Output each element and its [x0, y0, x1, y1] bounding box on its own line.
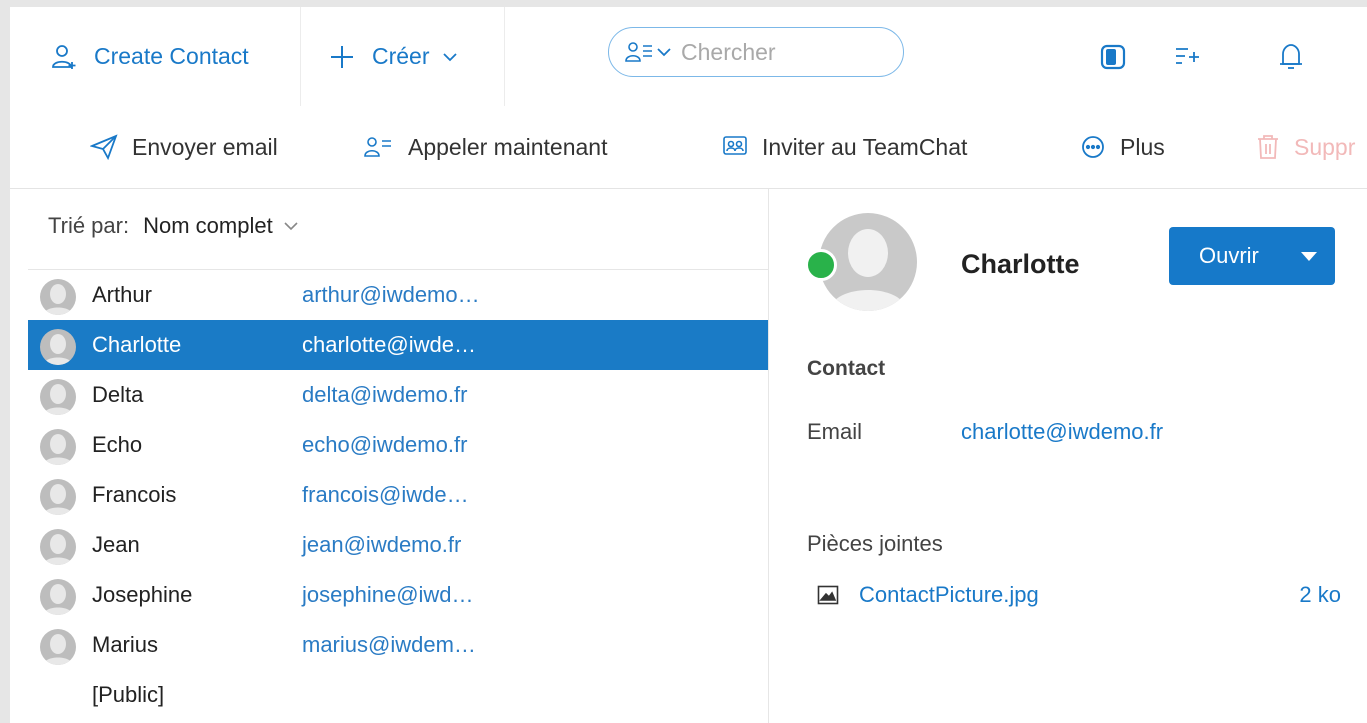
invite-teamchat-button[interactable]: Inviter au TeamChat: [722, 106, 967, 188]
sort-options-button[interactable]: [1174, 7, 1202, 106]
bell-icon: [1280, 43, 1302, 69]
top-toolbar: Create Contact Créer Chercher: [10, 7, 1367, 107]
person-silhouette-icon: [43, 284, 73, 315]
contact-name: Delta: [92, 382, 144, 407]
avatar: [40, 479, 76, 515]
paper-plane-icon: [90, 134, 118, 160]
contact-email[interactable]: jean@iwdemo.fr: [302, 532, 461, 558]
notifications-button[interactable]: [1278, 7, 1304, 106]
panel-toggle-icon: [1100, 44, 1126, 69]
email-label: Email: [807, 419, 863, 444]
email-link[interactable]: charlotte@iwdemo.fr: [961, 419, 1163, 445]
avatar: [40, 629, 76, 665]
contact-email[interactable]: echo@iwdemo.fr: [302, 432, 467, 458]
toolbar-divider: [300, 7, 301, 106]
list-item[interactable]: Marius marius@iwdem…: [28, 620, 768, 670]
toolbar-divider: [504, 7, 505, 106]
create-contact-button[interactable]: Create Contact: [50, 7, 249, 106]
action-bar: Envoyer email Appeler maintenant Inviter…: [10, 106, 1367, 189]
contact-list: Arthur arthur@iwdemo… Charlotte charlotte@i…: [28, 269, 768, 720]
avatar: [40, 579, 76, 615]
chevron-down-icon: [442, 52, 457, 61]
sort-value[interactable]: Nom complet: [143, 213, 273, 239]
attachment-item[interactable]: ContactPicture.jpg 2 ko: [817, 582, 1341, 608]
contact-name: Francois: [92, 482, 177, 507]
list-item[interactable]: Charlotte charlotte@iwde…: [28, 320, 768, 370]
chevron-down-icon[interactable]: [657, 47, 671, 57]
avatar: [40, 529, 76, 565]
contact-email[interactable]: josephine@iwd…: [302, 582, 474, 608]
contact-filter-icon[interactable]: [625, 40, 655, 64]
contact-email[interactable]: charlotte@iwde…: [302, 332, 476, 358]
sort-selector[interactable]: Trié par: Nom complet: [48, 213, 299, 239]
sort-add-icon: [1176, 47, 1199, 64]
contact-email[interactable]: delta@iwdemo.fr: [302, 382, 467, 408]
more-dots-icon: [1082, 136, 1104, 158]
person-silhouette-icon: [43, 634, 73, 665]
attachment-name[interactable]: ContactPicture.jpg: [859, 582, 1039, 608]
contact-name: Marius: [92, 632, 159, 657]
toggle-panel-button[interactable]: [1100, 7, 1126, 106]
trash-icon: [1258, 135, 1278, 159]
dropdown-caret-icon[interactable]: [1301, 252, 1317, 261]
call-now-label: Appeler maintenant: [408, 133, 608, 160]
contact-email[interactable]: francois@iwde…: [302, 482, 469, 508]
avatar: [40, 329, 76, 365]
search-field[interactable]: Chercher: [608, 27, 904, 77]
contact-card-icon: [364, 137, 391, 157]
contact-email[interactable]: arthur@iwdemo…: [302, 282, 480, 308]
call-now-button[interactable]: Appeler maintenant: [364, 106, 607, 188]
section-title: Contact: [807, 357, 886, 380]
person-silhouette-icon: [43, 384, 73, 415]
contact-name: Echo: [92, 432, 143, 457]
person-silhouette-icon: [43, 584, 73, 615]
person-silhouette-icon: [43, 534, 73, 565]
sort-label: Trié par:: [48, 213, 130, 238]
create-menu-label: Créer: [372, 43, 430, 69]
contact-detail-panel: Charlotte Ouvrir Contact Email charlotte…: [769, 189, 1367, 723]
avatar: [40, 429, 76, 465]
teamchat-icon: [723, 136, 747, 155]
list-item[interactable]: Echo echo@iwdemo.fr: [28, 420, 768, 470]
invite-teamchat-label: Inviter au TeamChat: [762, 133, 968, 160]
send-email-label: Envoyer email: [132, 133, 278, 160]
create-menu-button[interactable]: Créer: [328, 7, 458, 106]
person-silhouette-icon: [43, 434, 73, 465]
contact-name: Josephine: [92, 582, 193, 607]
list-item[interactable]: Arthur arthur@iwdemo…: [28, 270, 768, 320]
list-item[interactable]: [Public]: [28, 670, 768, 720]
delete-label: Suppr: [1294, 133, 1356, 160]
contact-name: Charlotte: [961, 249, 1080, 279]
open-button-label: Ouvrir: [1199, 243, 1259, 268]
chevron-down-icon[interactable]: [283, 220, 299, 232]
list-item[interactable]: Josephine josephine@iwd…: [28, 570, 768, 620]
plus-icon: [331, 45, 353, 68]
send-email-button[interactable]: Envoyer email: [90, 106, 278, 188]
image-file-icon: [817, 585, 839, 605]
search-input[interactable]: Chercher: [681, 39, 776, 66]
create-contact-label: Create Contact: [94, 43, 249, 69]
delete-button[interactable]: Suppr: [1256, 106, 1355, 188]
list-item[interactable]: Delta delta@iwdemo.fr: [28, 370, 768, 420]
contact-name: Arthur: [92, 282, 152, 307]
contact-name: Jean: [92, 532, 140, 557]
contact-email[interactable]: marius@iwdem…: [302, 632, 476, 658]
contact-list-panel: Trié par: Nom complet Arthur arthur@iwdem…: [28, 189, 769, 723]
more-button[interactable]: Plus: [1080, 106, 1165, 188]
list-item[interactable]: Jean jean@iwdemo.fr: [28, 520, 768, 570]
online-status-indicator: [805, 249, 837, 281]
attachment-size: 2 ko: [1299, 582, 1341, 607]
list-item[interactable]: Francois francois@iwde…: [28, 470, 768, 520]
contact-name: [Public]: [92, 682, 165, 707]
more-label: Plus: [1120, 133, 1165, 160]
attachments-title: Pièces jointes: [807, 531, 943, 556]
person-silhouette-icon: [43, 484, 73, 515]
open-button[interactable]: Ouvrir: [1169, 227, 1335, 285]
avatar: [40, 279, 76, 315]
person-silhouette-icon: [43, 334, 73, 365]
avatar: [40, 379, 76, 415]
add-person-icon: [52, 44, 76, 69]
contact-name: Charlotte: [92, 332, 182, 357]
